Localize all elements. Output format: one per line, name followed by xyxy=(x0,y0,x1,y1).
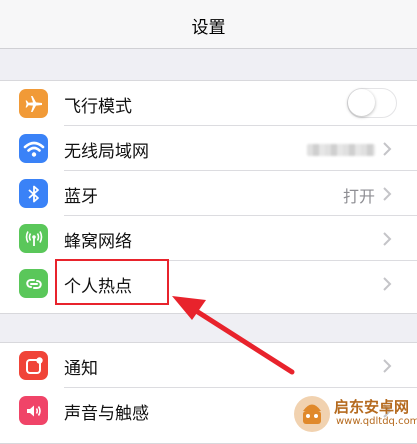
watermark-logo-icon xyxy=(294,396,330,432)
watermark-url: www.qdltdq.com xyxy=(336,416,417,427)
annotation-arrow-icon xyxy=(172,296,295,375)
watermark: 启东安卓网 www.qdltdq.com xyxy=(290,393,417,435)
watermark-name: 启东安卓网 xyxy=(334,398,410,416)
